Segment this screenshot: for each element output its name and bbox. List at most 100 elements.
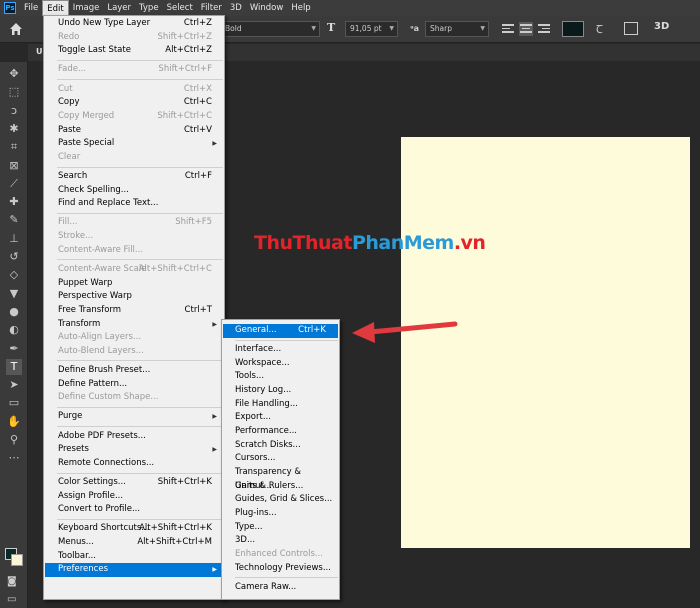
menu-item-cursors[interactable]: Cursors... bbox=[223, 452, 338, 466]
blur-tool-icon[interactable]: ● bbox=[6, 304, 22, 320]
menu-item-purge[interactable]: Purge ▶ bbox=[45, 410, 223, 424]
menu-item-shortcut: Ctrl+Z bbox=[183, 18, 212, 28]
menu-item-remote-connections[interactable]: Remote Connections... bbox=[45, 457, 223, 471]
menu-item-keyboard-shortcuts[interactable]: Keyboard Shortcuts... Alt+Shift+Ctrl+K bbox=[45, 522, 223, 536]
crop-tool-icon[interactable]: ⌗ bbox=[6, 139, 22, 155]
menu-edit[interactable]: Edit bbox=[42, 0, 69, 16]
zoom-tool-icon[interactable]: ⚲ bbox=[6, 432, 22, 448]
eyedropper-tool-icon[interactable]: ⟋ bbox=[6, 176, 22, 192]
eraser-tool-icon[interactable]: ◇ bbox=[6, 267, 22, 283]
quick-mask-icon[interactable]: ◙ bbox=[7, 576, 17, 587]
menu-item-plug-ins[interactable]: Plug-ins... bbox=[223, 507, 338, 521]
menu-item-file-handling[interactable]: File Handling... bbox=[223, 398, 338, 412]
menu-item-camera-raw[interactable]: Camera Raw... bbox=[223, 581, 338, 595]
dodge-tool-icon[interactable]: ◐ bbox=[6, 322, 22, 338]
menu-item-general[interactable]: General... Ctrl+K bbox=[223, 324, 338, 338]
frame-tool-icon[interactable]: ⊠ bbox=[6, 158, 22, 174]
watermark-part-1: ThuThuat bbox=[254, 232, 352, 254]
healing-brush-tool-icon[interactable]: ✚ bbox=[6, 194, 22, 210]
magic-wand-tool-icon[interactable]: ✱ bbox=[6, 121, 22, 137]
menu-image[interactable]: Image bbox=[69, 0, 104, 16]
menu-item-color-settings[interactable]: Color Settings... Shift+Ctrl+K bbox=[45, 476, 223, 490]
font-style-select[interactable]: Bold ▼ bbox=[220, 21, 320, 37]
menu-item-toggle-last-state[interactable]: Toggle Last State Alt+Ctrl+Z bbox=[45, 44, 223, 58]
menu-item-presets[interactable]: Presets ▶ bbox=[45, 443, 223, 457]
menu-item-convert-to-profile[interactable]: Convert to Profile... bbox=[45, 503, 223, 517]
menu-item-interface[interactable]: Interface... bbox=[223, 343, 338, 357]
menu-item-performance[interactable]: Performance... bbox=[223, 425, 338, 439]
lasso-tool-icon[interactable]: ↄ bbox=[6, 103, 22, 119]
menu-item-label: Fade... bbox=[58, 64, 87, 75]
menu-item-preferences[interactable]: Preferences ▶ bbox=[45, 563, 223, 578]
menu-item-content-aware-scale: Content-Aware Scale Alt+Shift+Ctrl+C bbox=[45, 263, 223, 277]
paint-bucket-tool-icon[interactable]: ▼ bbox=[6, 286, 22, 302]
menu-item-label: Define Pattern... bbox=[58, 378, 128, 389]
menu-type[interactable]: Type bbox=[135, 0, 163, 16]
menu-item-tools[interactable]: Tools... bbox=[223, 370, 338, 384]
menu-item-toolbar[interactable]: Toolbar... bbox=[45, 550, 223, 564]
font-size-icon: T bbox=[327, 21, 336, 34]
menu-item-export[interactable]: Export... bbox=[223, 411, 338, 425]
mores-tool-icon[interactable]: ⋯ bbox=[6, 450, 22, 466]
character-panel-icon[interactable] bbox=[624, 22, 638, 35]
menu-item-history-log[interactable]: History Log... bbox=[223, 384, 338, 398]
type-tool-icon[interactable]: T bbox=[6, 358, 22, 375]
menu-item-label: Content-Aware Fill... bbox=[58, 244, 144, 255]
menu-item-find-and-replace-text[interactable]: Find and Replace Text... bbox=[45, 197, 223, 211]
menu-item-define-pattern[interactable]: Define Pattern... bbox=[45, 378, 223, 392]
pen-tool-icon[interactable]: ✒ bbox=[6, 341, 22, 357]
menu-select[interactable]: Select bbox=[163, 0, 197, 16]
menu-item-check-spelling[interactable]: Check Spelling... bbox=[45, 184, 223, 198]
menu-3d[interactable]: 3D bbox=[226, 0, 246, 16]
menu-filter[interactable]: Filter bbox=[197, 0, 226, 16]
clone-stamp-tool-icon[interactable]: ⊥ bbox=[6, 231, 22, 247]
menu-item-menus[interactable]: Menus... Alt+Shift+Ctrl+M bbox=[45, 536, 223, 550]
menu-item-type[interactable]: Type... bbox=[223, 521, 338, 535]
menu-item-3d[interactable]: 3D... bbox=[223, 534, 338, 548]
antialias-select[interactable]: Sharp ▼ bbox=[425, 21, 489, 37]
menu-layer[interactable]: Layer bbox=[103, 0, 135, 16]
menu-item-undo-new-type-layer[interactable]: Undo New Type Layer Ctrl+Z bbox=[45, 17, 223, 31]
brush-tool-icon[interactable]: ✎ bbox=[6, 212, 22, 228]
align-center-icon[interactable] bbox=[519, 22, 533, 36]
warp-text-icon[interactable]: Ꞇ bbox=[596, 22, 603, 37]
text-color-swatch[interactable] bbox=[562, 21, 584, 37]
menu-item-define-brush-preset[interactable]: Define Brush Preset... bbox=[45, 364, 223, 378]
3d-button[interactable]: 3D bbox=[654, 21, 669, 32]
menu-item-adobe-pdf-presets[interactable]: Adobe PDF Presets... bbox=[45, 430, 223, 444]
menu-file[interactable]: File bbox=[20, 0, 42, 16]
menu-item-copy[interactable]: Copy Ctrl+C bbox=[45, 96, 223, 110]
menu-item-guides-grid-slices[interactable]: Guides, Grid & Slices... bbox=[223, 493, 338, 507]
hand-tool-icon[interactable]: ✋ bbox=[6, 414, 22, 430]
menu-item-redo: Redo Shift+Ctrl+Z bbox=[45, 31, 223, 45]
watermark-logo: ThuThuatPhanMem.vn bbox=[254, 232, 486, 254]
menu-item-puppet-warp[interactable]: Puppet Warp bbox=[45, 277, 223, 291]
path-selection-tool-icon[interactable]: ➤ bbox=[6, 377, 22, 393]
menu-item-technology-previews[interactable]: Technology Previews... bbox=[223, 562, 338, 576]
align-left-icon[interactable] bbox=[501, 22, 515, 36]
menu-help[interactable]: Help bbox=[287, 0, 314, 16]
menu-item-transform[interactable]: Transform ▶ bbox=[45, 318, 223, 332]
menu-item-paste-special[interactable]: Paste Special ▶ bbox=[45, 137, 223, 151]
history-brush-tool-icon[interactable]: ↺ bbox=[6, 249, 22, 265]
menu-item-free-transform[interactable]: Free Transform Ctrl+T bbox=[45, 304, 223, 318]
screen-mode-icon[interactable]: ▭ bbox=[7, 594, 16, 605]
menu-window[interactable]: Window bbox=[246, 0, 288, 16]
menu-item-units-rulers[interactable]: Units & Rulers... bbox=[223, 480, 338, 494]
align-right-icon[interactable] bbox=[537, 22, 551, 36]
menu-item-paste[interactable]: Paste Ctrl+V bbox=[45, 124, 223, 138]
document-tab[interactable]: U bbox=[36, 47, 43, 56]
home-icon[interactable] bbox=[8, 21, 24, 37]
menu-item-scratch-disks[interactable]: Scratch Disks... bbox=[223, 439, 338, 453]
background-color-swatch[interactable] bbox=[11, 554, 23, 566]
menu-item-workspace[interactable]: Workspace... bbox=[223, 357, 338, 371]
move-tool-icon[interactable]: ✥ bbox=[6, 66, 22, 82]
menu-separator bbox=[57, 259, 223, 261]
menu-item-transparency-gamut[interactable]: Transparency & Gamut... bbox=[223, 466, 338, 491]
menu-item-search[interactable]: Search Ctrl+F bbox=[45, 170, 223, 184]
menu-item-assign-profile[interactable]: Assign Profile... bbox=[45, 490, 223, 504]
font-size-select[interactable]: 91,05 pt ▼ bbox=[345, 21, 398, 37]
menu-item-perspective-warp[interactable]: Perspective Warp bbox=[45, 290, 223, 304]
rectangle-tool-icon[interactable]: ▭ bbox=[6, 395, 22, 411]
marquee-tool-icon[interactable]: ⬚ bbox=[6, 84, 22, 100]
